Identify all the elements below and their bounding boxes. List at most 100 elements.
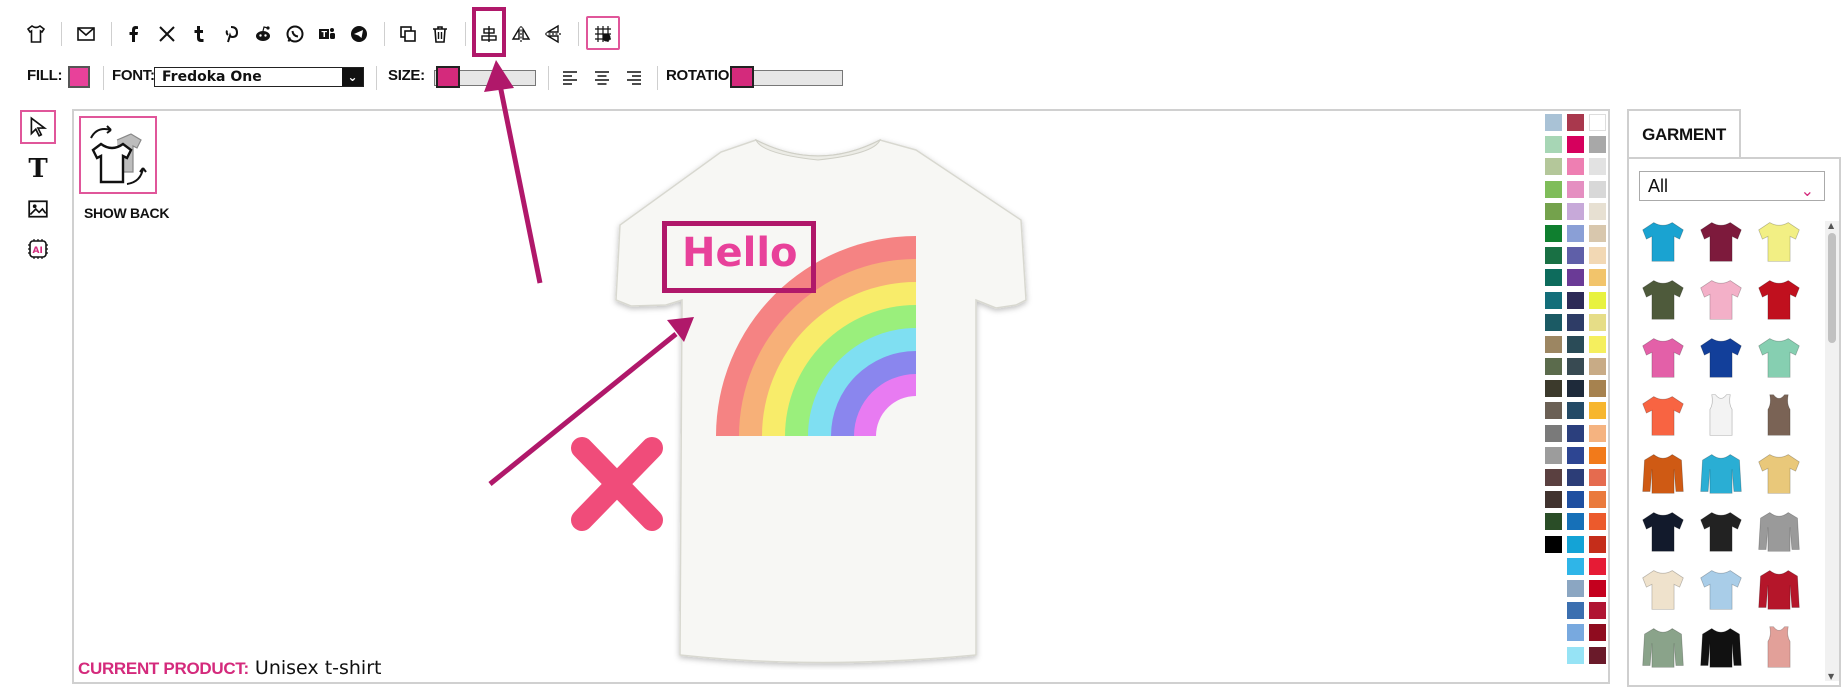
color-swatch[interactable]: [1589, 469, 1606, 486]
color-swatch[interactable]: [1545, 158, 1562, 176]
garment-item-tiedye-tee[interactable]: [1753, 447, 1805, 499]
color-swatch[interactable]: [1545, 291, 1562, 309]
color-swatch[interactable]: [1545, 114, 1562, 131]
color-swatch[interactable]: [1567, 358, 1584, 376]
color-swatch[interactable]: [1567, 313, 1584, 331]
color-swatch[interactable]: [1567, 335, 1584, 353]
garment-item-varsity-jacket[interactable]: [1753, 563, 1805, 615]
color-swatch[interactable]: [1545, 358, 1562, 376]
color-swatch[interactable]: [1589, 380, 1606, 398]
color-swatch[interactable]: [1589, 202, 1606, 220]
color-swatch[interactable]: [1567, 202, 1584, 220]
color-swatch[interactable]: [1567, 158, 1584, 176]
garment-scrollbar[interactable]: ▲ ▼: [1825, 221, 1839, 681]
color-swatch[interactable]: [1589, 402, 1606, 420]
color-swatch[interactable]: [1545, 469, 1562, 486]
color-swatch[interactable]: [1589, 424, 1606, 442]
color-swatch[interactable]: [1589, 224, 1606, 242]
garment-item-turquoise-tee[interactable]: [1637, 215, 1689, 267]
color-swatch[interactable]: [1567, 579, 1584, 597]
color-swatch[interactable]: [1567, 136, 1584, 154]
garment-item-sage-longsleeve[interactable]: [1637, 621, 1689, 673]
garment-item-grey-hoodie[interactable]: [1753, 505, 1805, 557]
color-swatch[interactable]: [1589, 313, 1606, 331]
color-swatch[interactable]: [1589, 557, 1606, 575]
color-swatch[interactable]: [1589, 247, 1606, 265]
color-swatch[interactable]: [1589, 291, 1606, 309]
tab-garment[interactable]: GARMENT: [1627, 109, 1741, 159]
color-swatch[interactable]: [1589, 180, 1606, 198]
garment-item-navy-tee[interactable]: [1637, 505, 1689, 557]
color-swatch[interactable]: [1589, 602, 1606, 620]
garment-item-raglan-tee[interactable]: [1695, 505, 1747, 557]
color-swatch[interactable]: [1545, 180, 1562, 198]
color-swatch[interactable]: [1567, 114, 1584, 131]
color-swatch[interactable]: [1589, 579, 1606, 597]
color-swatch[interactable]: [1567, 224, 1584, 242]
color-swatch[interactable]: [1567, 557, 1584, 575]
color-swatch[interactable]: [1589, 358, 1606, 376]
color-swatch[interactable]: [1589, 535, 1606, 553]
color-swatch[interactable]: [1589, 136, 1606, 154]
scrollbar-thumb[interactable]: [1828, 233, 1836, 343]
color-swatch[interactable]: [1545, 313, 1562, 331]
color-swatch[interactable]: [1567, 402, 1584, 420]
color-swatch[interactable]: [1589, 624, 1606, 642]
garment-item-maroon-tee[interactable]: [1695, 215, 1747, 267]
scroll-down-icon[interactable]: ▼: [1828, 672, 1834, 681]
garment-item-beige-tee[interactable]: [1637, 563, 1689, 615]
color-swatch[interactable]: [1567, 291, 1584, 309]
color-swatch[interactable]: [1567, 247, 1584, 265]
color-swatch[interactable]: [1545, 202, 1562, 220]
color-swatch[interactable]: [1589, 513, 1606, 531]
color-swatch[interactable]: [1589, 646, 1606, 664]
garment-item-rose-tank[interactable]: [1753, 621, 1805, 673]
color-swatch[interactable]: [1567, 469, 1584, 486]
color-swatch[interactable]: [1567, 424, 1584, 442]
color-swatch[interactable]: [1567, 180, 1584, 198]
color-swatch[interactable]: [1545, 424, 1562, 442]
garment-item-fuchsia-tee[interactable]: [1637, 331, 1689, 383]
garment-item-brown-tank[interactable]: [1753, 389, 1805, 441]
garment-item-dipdye-tee[interactable]: [1695, 563, 1747, 615]
color-swatch[interactable]: [1589, 335, 1606, 353]
garment-item-black-orange-hoodie[interactable]: [1695, 621, 1747, 673]
color-swatch[interactable]: [1545, 247, 1562, 265]
color-swatch[interactable]: [1589, 114, 1606, 131]
color-swatch[interactable]: [1589, 491, 1606, 509]
garment-item-royal-tee[interactable]: [1695, 331, 1747, 383]
color-swatch[interactable]: [1567, 624, 1584, 642]
color-swatch[interactable]: [1545, 402, 1562, 420]
garment-item-olive-tee[interactable]: [1637, 273, 1689, 325]
scroll-up-icon[interactable]: ▲: [1828, 221, 1834, 230]
garment-item-red-tee[interactable]: [1753, 273, 1805, 325]
color-swatch[interactable]: [1545, 535, 1562, 553]
garment-item-orange-hoodie[interactable]: [1637, 447, 1689, 499]
color-swatch[interactable]: [1545, 513, 1562, 531]
color-swatch[interactable]: [1567, 535, 1584, 553]
color-swatch[interactable]: [1545, 136, 1562, 154]
color-swatch[interactable]: [1567, 491, 1584, 509]
color-swatch[interactable]: [1545, 269, 1562, 287]
garment-item-coral-tee[interactable]: [1637, 389, 1689, 441]
color-swatch[interactable]: [1545, 380, 1562, 398]
color-swatch[interactable]: [1545, 335, 1562, 353]
garment-item-mint-tee[interactable]: [1753, 331, 1805, 383]
garment-filter-select[interactable]: All ⌄: [1639, 171, 1825, 201]
color-swatch[interactable]: [1567, 380, 1584, 398]
garment-item-pink-tee[interactable]: [1695, 273, 1747, 325]
garment-item-yellow-tee[interactable]: [1753, 215, 1805, 267]
color-swatch[interactable]: [1567, 513, 1584, 531]
color-swatch[interactable]: [1567, 602, 1584, 620]
garment-item-white-tank[interactable]: [1695, 389, 1747, 441]
garment-item-turquoise-hoodie[interactable]: [1695, 447, 1747, 499]
color-swatch[interactable]: [1567, 646, 1584, 664]
color-swatch[interactable]: [1545, 224, 1562, 242]
color-swatch[interactable]: [1545, 446, 1562, 464]
color-swatch[interactable]: [1567, 446, 1584, 464]
color-swatch[interactable]: [1589, 269, 1606, 287]
color-swatch[interactable]: [1589, 446, 1606, 464]
color-swatch[interactable]: [1567, 269, 1584, 287]
color-swatch[interactable]: [1589, 158, 1606, 176]
color-swatch[interactable]: [1545, 491, 1562, 509]
